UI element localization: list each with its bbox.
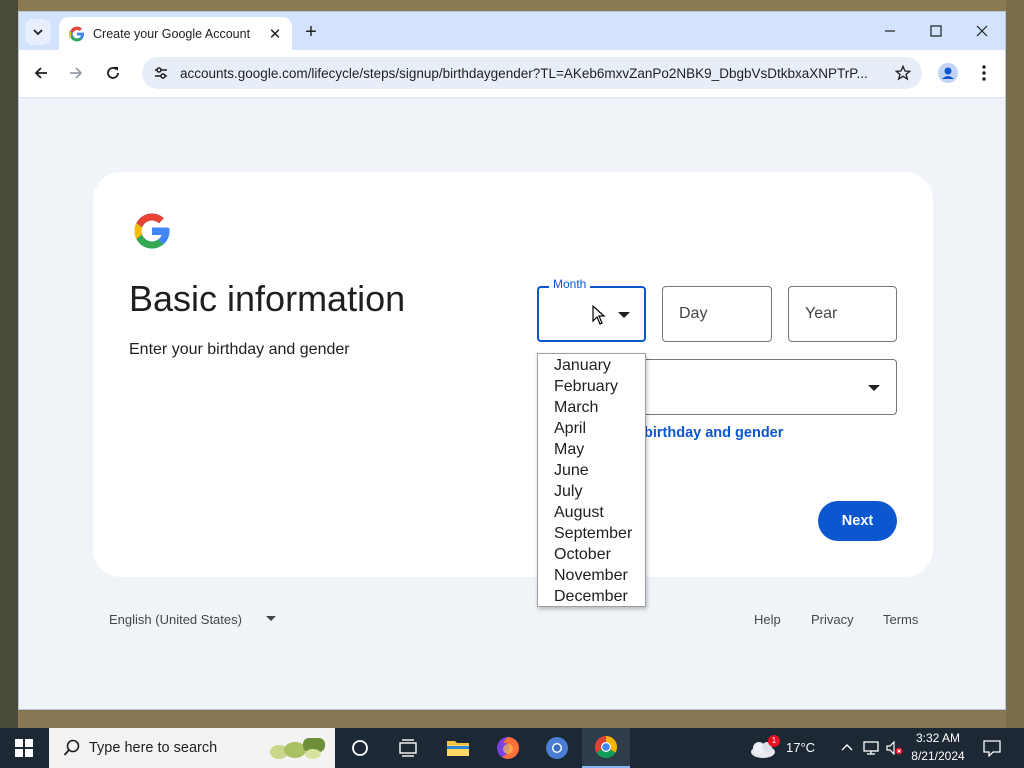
month-option[interactable]: July [538,481,645,502]
weather-badge: 1 [768,735,780,747]
desktop-right-edge [1006,0,1024,728]
address-bar[interactable]: accounts.google.com/lifecycle/steps/sign… [142,57,922,89]
notifications-button[interactable] [970,728,1014,768]
privacy-link[interactable]: Privacy [811,612,854,627]
volume-muted-icon [886,741,903,755]
show-hidden-icons-button[interactable] [836,728,858,768]
language-caret-icon[interactable] [266,616,276,621]
year-placeholder: Year [805,305,838,322]
dropdown-arrow-icon [618,312,630,318]
chromium-icon [546,737,568,759]
month-option[interactable]: March [538,397,645,418]
chevron-down-icon [33,29,43,36]
close-window-button[interactable] [959,12,1005,50]
signup-card: Basic information Enter your birthday an… [93,172,933,577]
month-option[interactable]: June [538,460,645,481]
profile-button[interactable] [933,58,963,88]
month-dropdown-list: January February March April May June July Augu… [537,353,646,607]
kebab-menu-icon [982,65,986,81]
forward-button[interactable] [61,58,91,88]
network-button[interactable] [860,728,882,768]
task-view-icon [399,739,417,757]
month-option[interactable]: October [538,544,645,565]
firefox-icon [497,737,519,759]
minimize-icon [885,30,895,32]
next-button[interactable]: Next [818,501,897,541]
site-settings-icon[interactable] [146,58,176,88]
temperature-text: 17°C [786,740,816,755]
new-tab-button[interactable]: + [299,20,323,44]
page-content: Basic information Enter your birthday an… [19,99,1005,709]
browser-window: Create your Google Account ✕ + accounts.… [18,11,1006,710]
desktop-left-edge [0,0,18,728]
arrow-left-icon [34,67,47,79]
task-view-button[interactable] [384,728,432,768]
page-title: Basic information [129,278,406,319]
cortana-circle-icon [352,740,368,756]
bookmark-star-icon[interactable] [892,62,914,84]
tab-search-button[interactable] [25,19,51,45]
month-option[interactable]: April [538,418,645,439]
chrome-icon [595,736,617,758]
weather-button[interactable]: 1 [742,728,784,768]
network-icon [863,741,879,755]
year-input[interactable]: Year [788,286,897,342]
minimize-button[interactable] [867,12,913,50]
url-text: accounts.google.com/lifecycle/steps/sign… [180,65,868,81]
chevron-up-icon [841,744,853,751]
windows-logo-icon [15,739,33,757]
cortana-button[interactable] [336,728,384,768]
month-option[interactable]: September [538,523,645,544]
month-option[interactable]: August [538,502,645,523]
day-input[interactable]: Day [662,286,772,342]
month-option[interactable]: January [538,355,645,376]
back-button[interactable] [26,58,56,88]
search-highlight-icon [270,738,326,759]
day-placeholder: Day [679,305,708,322]
firefox-button[interactable] [484,728,532,768]
month-option[interactable]: November [538,565,645,586]
language-selector[interactable]: English (United States) [109,612,242,627]
search-placeholder: Type here to search [89,740,218,756]
reload-button[interactable] [98,58,128,88]
month-label: Month [549,277,591,291]
browser-toolbar: accounts.google.com/lifecycle/steps/sign… [19,50,1005,98]
terms-link[interactable]: Terms [883,612,918,627]
notification-icon [983,740,1001,757]
profile-icon [938,63,958,83]
google-logo-icon [134,213,170,249]
clock-time[interactable]: 3:32 AM [908,731,968,745]
clock-date[interactable]: 8/21/2024 [908,749,968,763]
search-icon [63,739,80,756]
reload-icon [107,67,119,79]
volume-button[interactable] [883,728,907,768]
tab-active[interactable]: Create your Google Account ✕ [59,17,292,50]
taskbar: Type here to search 1 17°C 3:32 AM 8/21/… [0,728,1024,768]
dropdown-arrow-icon [868,385,880,391]
chromium-button[interactable] [533,728,581,768]
taskbar-search-box[interactable]: Type here to search [49,728,335,768]
tab-close-icon[interactable]: ✕ [264,23,286,45]
folder-icon [447,741,469,756]
why-birthday-gender-link[interactable]: birthday and gender [644,425,783,441]
month-option[interactable]: December [538,586,645,607]
page-subtitle: Enter your birthday and gender [129,341,350,358]
tab-title: Create your Google Account [93,26,251,41]
month-option[interactable]: May [538,439,645,460]
tab-strip: Create your Google Account ✕ + [19,12,1005,50]
close-icon [976,25,988,37]
help-link[interactable]: Help [754,612,781,627]
maximize-icon [930,25,942,37]
google-favicon-icon [69,26,84,41]
browser-menu-button[interactable] [969,58,999,88]
month-option[interactable]: February [538,376,645,397]
mouse-cursor-icon [592,305,606,325]
maximize-button[interactable] [913,12,959,50]
chrome-button[interactable] [582,728,630,768]
file-explorer-button[interactable] [434,728,482,768]
start-button[interactable] [0,728,48,768]
arrow-right-icon [70,67,83,79]
